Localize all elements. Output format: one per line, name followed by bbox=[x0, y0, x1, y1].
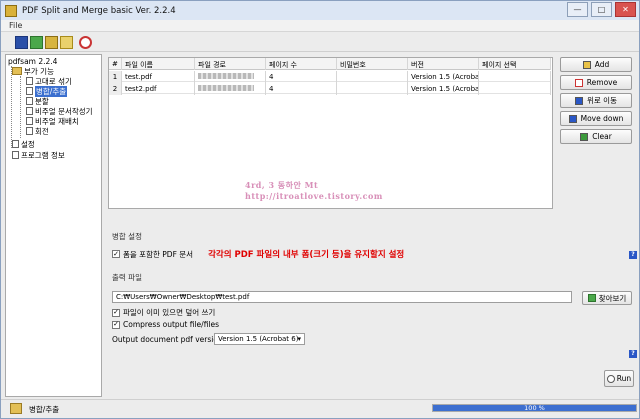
maximize-button[interactable]: □ bbox=[591, 2, 612, 17]
output-path-field[interactable]: C:₩Users₩Owner₩Desktop₩test.pdf bbox=[112, 291, 572, 303]
tree-plugins-folder[interactable]: 부가 기능 bbox=[12, 66, 54, 76]
clean-icon[interactable] bbox=[60, 36, 73, 49]
folder-icon bbox=[12, 67, 22, 75]
compress-checkbox-row[interactable]: ✓ Compress output file/files bbox=[112, 320, 219, 329]
column-header[interactable]: 버전 bbox=[408, 58, 479, 70]
app-window: PDF Split and Merge basic Ver. 2.2.4 — □… bbox=[0, 0, 640, 419]
window-title: PDF Split and Merge basic Ver. 2.2.4 bbox=[22, 5, 176, 16]
forms-checkbox-row[interactable]: ✓ 폼을 포함한 PDF 문서 각각의 PDF 파일의 내부 폼(크기 등)을 … bbox=[112, 248, 404, 260]
merge-settings-title: 병합 설정 bbox=[112, 232, 142, 241]
document-icon bbox=[26, 87, 33, 95]
minimize-button[interactable]: — bbox=[567, 2, 588, 17]
minimize-icon: — bbox=[573, 5, 582, 14]
add-button[interactable]: Add bbox=[560, 57, 632, 72]
annotation-note: 각각의 PDF 파일의 내부 폼(크기 등)을 유지할지 설정 bbox=[208, 250, 405, 260]
maximize-icon: □ bbox=[597, 5, 606, 14]
tree-item-about[interactable]: 프로그램 정보 bbox=[12, 150, 65, 160]
run-button[interactable]: Run bbox=[604, 370, 634, 387]
tree-item-alternate-mix[interactable]: 고대로 섞기 bbox=[26, 76, 72, 86]
save-icon[interactable] bbox=[15, 36, 28, 49]
menu-file[interactable]: File bbox=[9, 21, 22, 30]
forms-checkbox[interactable]: ✓ bbox=[112, 250, 120, 258]
progress-bar: 100 % bbox=[432, 404, 637, 412]
document-icon bbox=[26, 127, 33, 135]
browse-button[interactable]: 찾아보기 bbox=[582, 291, 632, 305]
column-header[interactable]: 페이지 수 bbox=[266, 58, 337, 70]
tree-item-visual-composer[interactable]: 비주얼 문서작성기 bbox=[26, 106, 93, 116]
progress-label: 100 % bbox=[524, 404, 545, 412]
merge-panel: # 파일 이름 파일 경로 페이지 수 비밀번호 버전 페이지 선택 1 tes… bbox=[105, 54, 638, 397]
column-header[interactable]: # bbox=[109, 58, 122, 70]
table-row[interactable]: 1 test.pdf 4 Version 1.5 (Acrobat... bbox=[109, 71, 551, 83]
document-icon bbox=[26, 107, 33, 115]
open-icon[interactable] bbox=[30, 36, 43, 49]
help-icon[interactable]: ? bbox=[629, 350, 637, 358]
column-header[interactable]: 파일 이름 bbox=[122, 58, 195, 70]
document-icon bbox=[26, 117, 33, 125]
document-icon bbox=[12, 151, 19, 159]
column-header[interactable]: 비밀번호 bbox=[337, 58, 408, 70]
table-header: # 파일 이름 파일 경로 페이지 수 비밀번호 버전 페이지 선택 bbox=[109, 58, 551, 70]
remove-icon bbox=[574, 78, 583, 87]
overwrite-checkbox[interactable]: ✓ bbox=[112, 308, 120, 317]
status-text: 병합/추출 bbox=[29, 405, 60, 414]
exit-icon[interactable] bbox=[79, 36, 92, 49]
watermark: 4rd, 3 동하안 Mt http://itroatlove.tistory.… bbox=[245, 180, 383, 201]
document-icon bbox=[26, 77, 33, 85]
blurred-path bbox=[198, 85, 254, 91]
move-down-button[interactable]: Move down bbox=[560, 111, 632, 126]
close-icon: ✕ bbox=[622, 5, 629, 14]
pdf-version-select[interactable]: Version 1.5 (Acrobat 6) ▾ bbox=[214, 333, 305, 345]
load-environment-icon[interactable] bbox=[45, 36, 58, 49]
toolbar bbox=[1, 33, 639, 52]
clear-icon bbox=[580, 132, 589, 141]
help-icon[interactable]: ? bbox=[629, 251, 637, 259]
column-header[interactable]: 페이지 선택 bbox=[479, 58, 551, 70]
title-bar: PDF Split and Merge basic Ver. 2.2.4 — □… bbox=[1, 1, 639, 20]
menu-bar: File bbox=[1, 20, 639, 32]
document-icon bbox=[12, 140, 19, 148]
output-file-title: 출력 파일 bbox=[112, 273, 142, 282]
app-icon bbox=[5, 4, 17, 17]
arrow-down-icon bbox=[568, 114, 577, 123]
add-icon bbox=[582, 60, 591, 69]
browse-folder-icon bbox=[587, 294, 596, 302]
window-controls: — □ ✕ bbox=[567, 2, 636, 17]
compress-checkbox[interactable]: ✓ bbox=[112, 320, 120, 329]
tree-item-visual-reorder[interactable]: 비주얼 재배치 bbox=[26, 116, 79, 126]
status-bar: 병합/추출 100 % bbox=[1, 399, 639, 418]
folder-icon bbox=[10, 403, 22, 414]
move-up-button[interactable]: 위로 이동 bbox=[560, 93, 632, 108]
table-row[interactable]: 2 test2.pdf 4 Version 1.5 (Acrobat... bbox=[109, 83, 551, 95]
remove-button[interactable]: Remove bbox=[560, 75, 632, 90]
tree-item-rotate[interactable]: 회전 bbox=[26, 126, 49, 136]
run-icon bbox=[606, 374, 615, 383]
arrow-up-icon bbox=[575, 96, 583, 105]
document-icon bbox=[26, 97, 33, 105]
blurred-path bbox=[198, 73, 254, 79]
column-header[interactable]: 파일 경로 bbox=[195, 58, 266, 70]
clear-button[interactable]: Clear bbox=[560, 129, 632, 144]
tree-item-settings[interactable]: 설정 bbox=[12, 139, 35, 149]
tree-item-merge-extract[interactable]: 병합/추출 bbox=[26, 85, 68, 97]
plugin-tree: pdfsam 2.2.4 부가 기능 고대로 섞기 병합/추출 분할 비주얼 문… bbox=[5, 54, 102, 397]
overwrite-checkbox-row[interactable]: ✓ 파일이 이미 있으면 덮어 쓰기 bbox=[112, 307, 215, 318]
pdf-version-label: Output document pdf version: bbox=[112, 335, 226, 344]
close-button[interactable]: ✕ bbox=[615, 2, 636, 17]
tree-item-split[interactable]: 분할 bbox=[26, 96, 49, 106]
tree-root[interactable]: pdfsam 2.2.4 bbox=[8, 56, 57, 66]
chevron-down-icon: ▾ bbox=[297, 335, 301, 343]
